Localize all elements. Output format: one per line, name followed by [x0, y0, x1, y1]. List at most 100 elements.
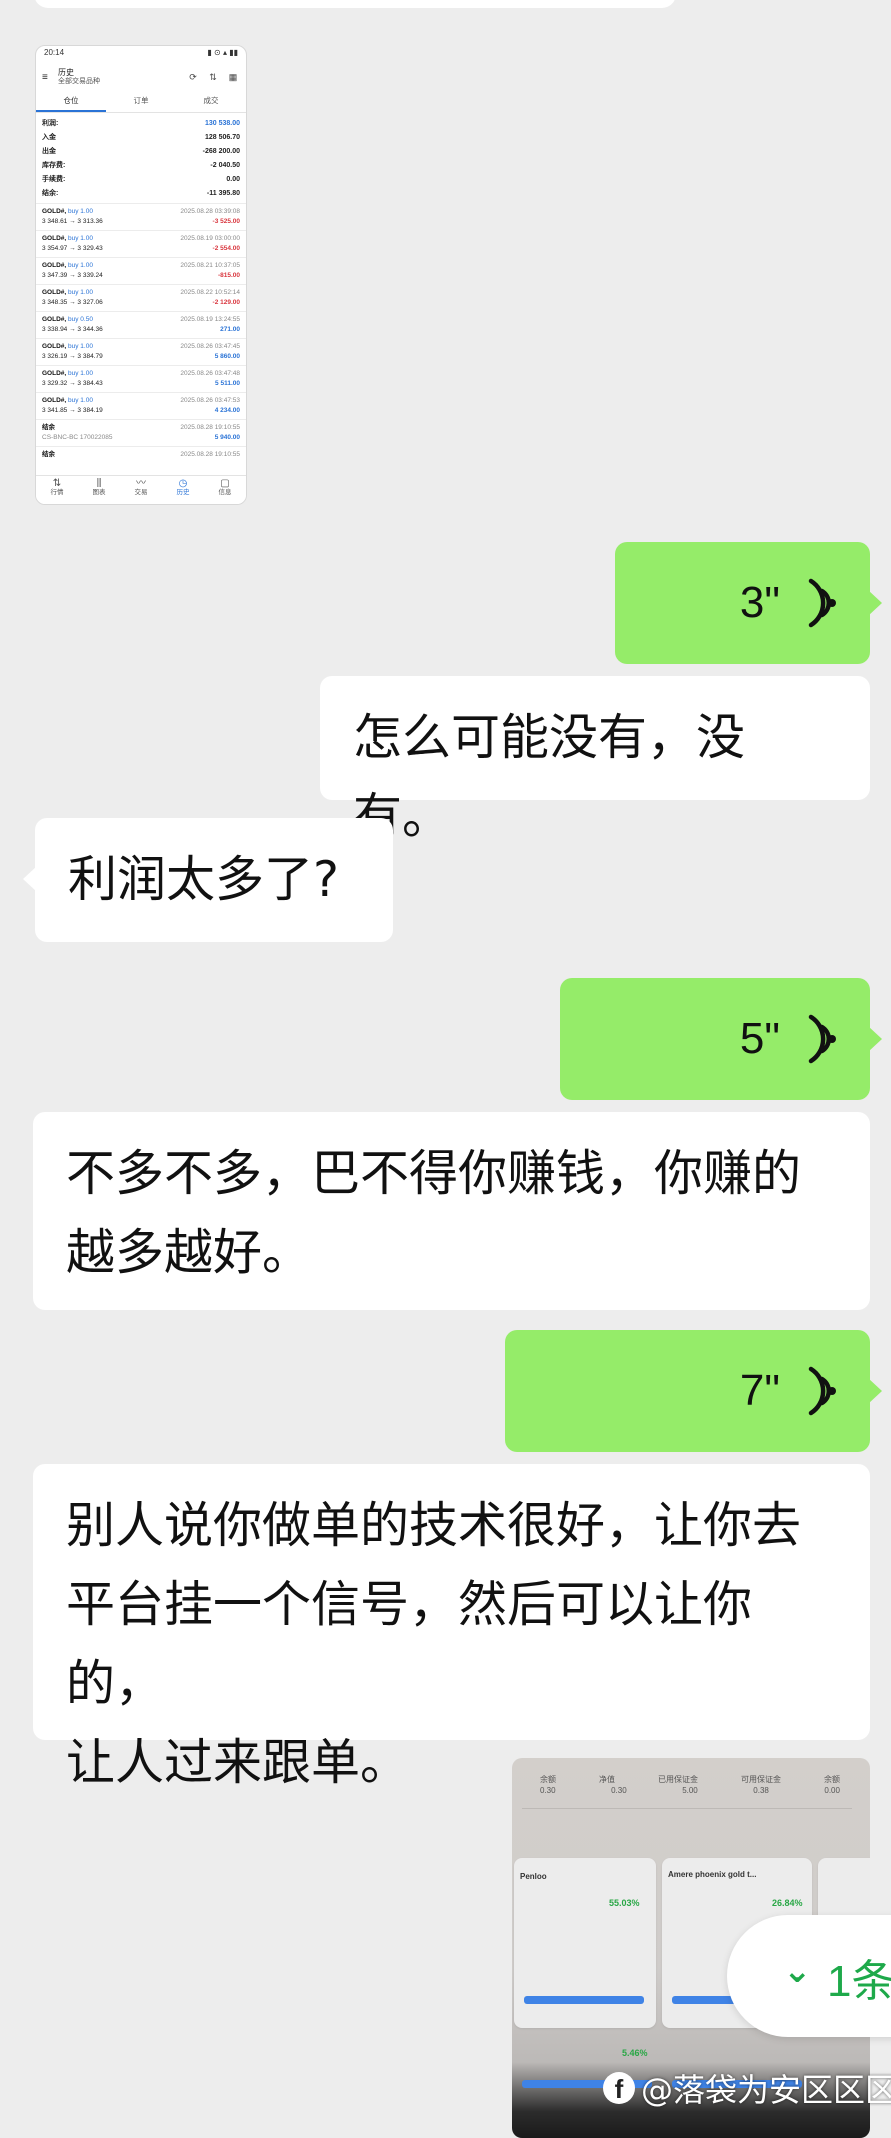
trade-profit: -3 525.00 — [212, 218, 240, 225]
photo-card-pct: 55.03% — [609, 1898, 640, 1908]
trade-profit: -2 129.00 — [212, 299, 240, 306]
trade-time: 2025.08.19 13:24:55 — [180, 316, 240, 323]
chat-message-bubble[interactable]: 不多不多，巴不得你赚钱，你赚的 越多越好。 — [33, 1112, 870, 1310]
photo-divider — [522, 1808, 852, 1809]
photo-label: 可用保证金 — [741, 1775, 781, 1784]
sort-icon[interactable]: ⇅ — [206, 72, 220, 83]
nav-history[interactable]: ◷ 历史 — [162, 476, 204, 504]
bottom-nav: ⇅ 行情 ⫼ 图表 〰交易 ◷ 历史 ▢ 信息 — [36, 475, 246, 504]
chat-message-bubble[interactable]: 怎么可能没有，没有。 — [320, 676, 870, 845]
photo-value: 0.00 — [824, 1786, 840, 1795]
trade-symbol: GOLD#, — [42, 208, 67, 215]
summary-label: 入金 — [42, 134, 56, 141]
voice-message-bubble[interactable]: 7" — [505, 1330, 882, 1452]
photo-value: 0.30 — [540, 1786, 556, 1795]
voice-wave-icon — [808, 1014, 836, 1064]
summary-row: 出金 -268 200.00 — [42, 145, 240, 159]
message-text: 利润太多了? — [68, 851, 340, 908]
voice-wave-icon — [808, 1366, 836, 1416]
summary-row: 入金 128 506.70 — [42, 131, 240, 145]
photo-card-pct: 5.46% — [622, 2048, 648, 2058]
message-text: 别人说你做单的技术很好，让你去 平台挂一个信号，然后可以让你的， 让人过来跟单。 — [66, 1497, 802, 1791]
watermark: f @落袋为安区区区 — [603, 2063, 891, 2113]
balance-time: 2025.08.28 19:10:55 — [180, 424, 240, 431]
trade-symbol: GOLD#, — [42, 370, 67, 377]
balance-label: 结余 — [42, 424, 55, 431]
status-time: 20:14 — [44, 48, 65, 57]
summary-label: 手续费: — [42, 176, 66, 183]
nav-label: 行情 — [50, 489, 64, 496]
trading-history-screenshot[interactable]: 20:14 ▮ ⊙ ▴ ▮▮ ≡ 历史 全部交易品种 ⟳ ⇅ ▦ 仓位 订单 成… — [35, 45, 247, 505]
trade-profit: 271.00 — [220, 326, 240, 333]
photo-label: 余额 — [824, 1775, 840, 1784]
trade-row[interactable]: GOLD#, buy 1.00 3 341.85 → 3 384.19 2025.0… — [36, 392, 246, 419]
summary-value: -11 395.80 — [206, 190, 240, 197]
history-icon: ◷ — [178, 478, 188, 489]
photo-card-pct: 26.84% — [772, 1898, 803, 1908]
summary-label: 结余: — [42, 190, 59, 197]
trade-side: buy 1.00 — [68, 289, 93, 296]
photo-value: 0.38 — [753, 1786, 769, 1795]
nav-label: 图表 — [92, 489, 106, 496]
trade-row[interactable]: GOLD#, buy 1.00 3 329.32 → 3 384.43 2025.0… — [36, 365, 246, 392]
balance-note: CS-BNC-BC 170022085 — [42, 434, 113, 441]
voice-wave-icon — [808, 578, 836, 628]
trade-side: buy 1.00 — [68, 370, 93, 377]
trade-prices: 3 338.94 → 3 344.36 — [42, 326, 103, 333]
trade-prices: 3 354.97 → 3 329.43 — [42, 245, 103, 252]
new-messages-button[interactable]: ⌄ 1条 — [727, 1915, 891, 2037]
summary-value: 0.00 — [226, 176, 240, 183]
photo-label: 余额 — [540, 1775, 556, 1784]
bubble-tail — [23, 866, 37, 892]
history-header: ≡ 历史 全部交易品种 ⟳ ⇅ ▦ — [36, 64, 246, 90]
trade-row[interactable]: GOLD#, buy 1.00 3 326.19 → 3 384.79 2025.0… — [36, 338, 246, 365]
nav-chart[interactable]: ⫼ 图表 — [78, 476, 120, 504]
chat-message-bubble[interactable]: 利润太多了? — [23, 818, 393, 942]
trade-time: 2025.08.26 03:47:48 — [180, 370, 240, 377]
trade-profit: -815.00 — [217, 272, 240, 279]
photo-card-button — [524, 1996, 644, 2004]
trade-prices: 3 348.61 → 3 313.36 — [42, 218, 103, 225]
new-messages-count: 1条 — [827, 1957, 891, 2006]
nav-label: 交易 — [134, 489, 148, 496]
nav-label: 信息 — [218, 489, 232, 496]
voice-message-bubble[interactable]: 5" — [560, 978, 882, 1100]
chat-message-bubble[interactable]: 别人说你做单的技术很好，让你去 平台挂一个信号，然后可以让你的， 让人过来跟单。 — [33, 1464, 870, 1791]
tab-positions[interactable]: 仓位 — [36, 90, 106, 112]
trade-row[interactable]: GOLD#, buy 1.00 3 347.39 → 3 339.24 2025.0… — [36, 257, 246, 284]
balance-row[interactable]: 结余 2025.08.28 19:10:55 — [36, 446, 246, 473]
summary-row: 手续费: 0.00 — [42, 173, 240, 187]
photo-card-title: Amere phoenix gold t... — [668, 1870, 757, 1879]
facebook-logo-icon: f — [603, 2072, 635, 2104]
menu-icon[interactable]: ≡ — [42, 72, 52, 83]
photo-value: 0.30 — [611, 1786, 627, 1795]
photo-value: 5.00 — [682, 1786, 698, 1795]
watermark-text: @落袋为安区区区 — [641, 2071, 891, 2109]
bubble-tail — [868, 1026, 882, 1052]
calendar-icon[interactable]: ▦ — [226, 72, 240, 83]
trade-side: buy 1.00 — [68, 262, 93, 269]
quotes-icon: ⇅ — [52, 478, 62, 489]
nav-messages[interactable]: ▢ 信息 — [204, 476, 246, 504]
refresh-icon[interactable]: ⟳ — [186, 72, 200, 83]
summary-value: 130 538.00 — [204, 120, 240, 127]
bubble-tail — [868, 590, 882, 616]
nav-quotes[interactable]: ⇅ 行情 — [36, 476, 78, 504]
trade-row[interactable]: GOLD#, buy 1.00 3 354.97 → 3 329.43 2025.0… — [36, 230, 246, 257]
voice-message-bubble[interactable]: 3" — [615, 542, 882, 664]
message-text: 不多不多，巴不得你赚钱，你赚的 越多越好。 — [66, 1145, 802, 1281]
photo-account-values: 0.30 0.30 5.00 0.38 0.00 — [540, 1786, 840, 1795]
trade-row[interactable]: GOLD#, buy 0.50 3 338.94 → 3 344.36 2025.0… — [36, 311, 246, 338]
tab-orders[interactable]: 订单 — [106, 90, 176, 112]
trade-time: 2025.08.26 03:47:45 — [180, 343, 240, 350]
trade-row[interactable]: GOLD#, buy 1.00 3 348.61 → 3 313.36 2025.0… — [36, 203, 246, 230]
trade-row[interactable]: GOLD#, buy 1.00 3 348.35 → 3 327.06 2025.0… — [36, 284, 246, 311]
trade-side: buy 1.00 — [68, 235, 93, 242]
nav-trade[interactable]: 〰交易 — [120, 476, 162, 504]
balance-row[interactable]: 结余 CS-BNC-BC 170022085 2025.08.28 19:10:5… — [36, 419, 246, 446]
chart-icon: ⫼ — [96, 478, 102, 489]
trade-time: 2025.08.22 10:52:14 — [180, 289, 240, 296]
trade-prices: 3 329.32 → 3 384.43 — [42, 380, 103, 387]
tab-deals[interactable]: 成交 — [176, 90, 246, 112]
photo-label: 已用保证金 — [658, 1775, 698, 1784]
